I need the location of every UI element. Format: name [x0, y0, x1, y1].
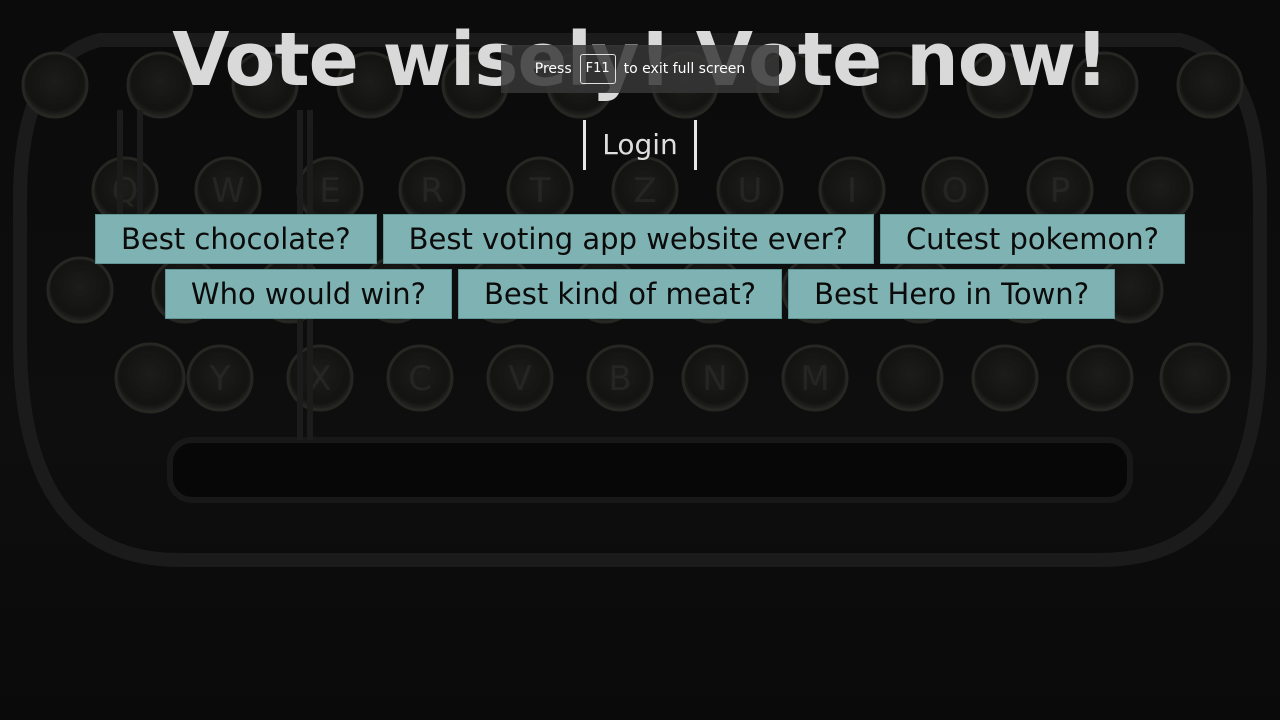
poll-button[interactable]: Who would win?	[164, 269, 452, 319]
poll-button[interactable]: Best kind of meat?	[457, 269, 783, 319]
poll-button[interactable]: Best voting app website ever?	[382, 214, 874, 264]
poll-list: Best chocolate? Best voting app website …	[0, 214, 1280, 324]
poll-button[interactable]: Best Hero in Town?	[788, 269, 1116, 319]
fullscreen-notice-press: Press	[534, 61, 572, 77]
poll-row: Best chocolate? Best voting app website …	[0, 214, 1280, 264]
poll-row: Who would win? Best kind of meat? Best H…	[0, 269, 1280, 319]
poll-button[interactable]: Cutest pokemon?	[879, 214, 1185, 264]
background-dim-overlay	[0, 0, 1280, 720]
f11-key-badge: F11	[579, 54, 616, 84]
poll-button[interactable]: Best chocolate?	[95, 214, 377, 264]
fullscreen-notice-suffix: to exit full screen	[623, 61, 746, 77]
page: QWE RTZ UIO P YXC VBN M Vote wisely! Vot…	[0, 0, 1280, 720]
fullscreen-notice: Press F11 to exit full screen	[501, 45, 779, 93]
login-button[interactable]: Login	[583, 120, 697, 170]
